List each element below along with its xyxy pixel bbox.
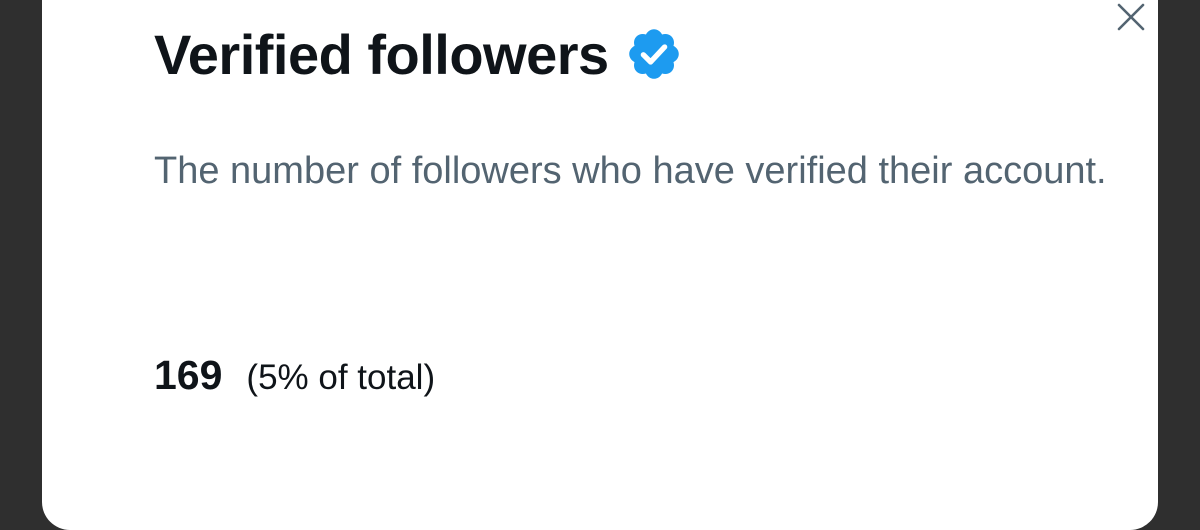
dialog-description: The number of followers who have verifie… xyxy=(154,150,1107,192)
close-icon xyxy=(1117,3,1145,31)
verified-count: 169 xyxy=(154,352,223,398)
dialog-title: Verified followers xyxy=(154,22,609,86)
close-button[interactable] xyxy=(1104,0,1158,44)
verified-percent: (5% of total) xyxy=(246,358,436,397)
verified-stat: 169 (5% of total) xyxy=(154,352,435,402)
dialog-header: Verified followers xyxy=(154,18,685,90)
verified-followers-dialog: Verified followers The number of followe… xyxy=(42,0,1158,530)
verified-badge-icon xyxy=(625,24,685,84)
